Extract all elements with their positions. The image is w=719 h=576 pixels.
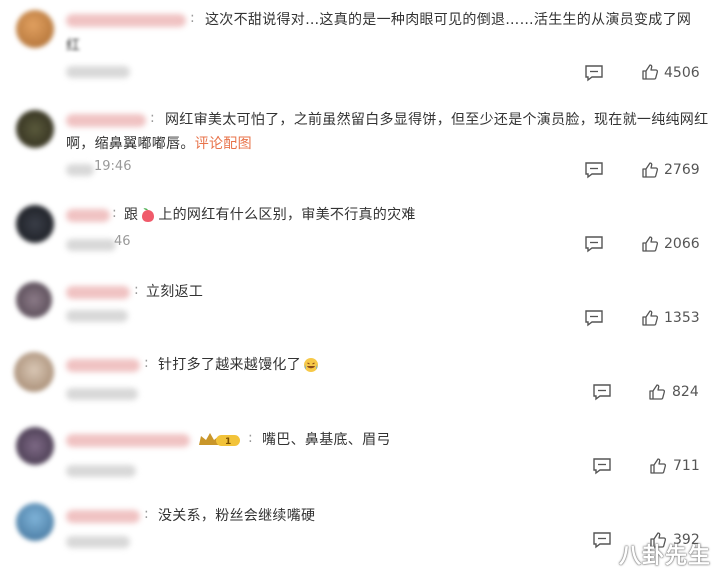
name-separator: : — [190, 10, 195, 26]
comment-text: 这次不甜说得对…这真的是一种肉眼可见的倒退……活生生的从演员变成了网 — [205, 12, 692, 28]
crown-badge-icon[interactable]: 1 — [198, 432, 242, 448]
timestamp — [66, 66, 130, 78]
comment-icon[interactable] — [592, 531, 612, 549]
name-separator: : — [134, 282, 139, 298]
comment-item: : 这次不甜说得对…这真的是一种肉眼可见的倒退……活生生的从演员变成了网 红 4… — [0, 0, 719, 100]
comment-text-prefix: 跟 — [124, 207, 139, 223]
comment-icon[interactable] — [584, 235, 604, 253]
comment-text-body: 针打多了越来越馒化了 — [158, 357, 301, 373]
avatar[interactable] — [16, 10, 54, 48]
comment-icon[interactable] — [584, 64, 604, 82]
name-separator: : — [112, 205, 117, 221]
comment-item: : 立刻返工 1353 — [0, 270, 719, 340]
thumbs-up-icon[interactable] — [641, 235, 659, 253]
svg-text:1: 1 — [225, 437, 231, 447]
username[interactable] — [66, 14, 186, 27]
username[interactable] — [66, 209, 110, 222]
like-count: 711 — [673, 458, 700, 474]
comment-image-link[interactable]: 评论配图 — [195, 136, 252, 152]
comment-item: : 跟 上的网红有什么区别，审美不行真的灾难 46 2066 — [0, 195, 719, 270]
comment-icon[interactable] — [584, 309, 604, 327]
timestamp — [66, 465, 136, 477]
avatar[interactable] — [16, 110, 54, 148]
comment-text-tail: 啊，缩鼻翼嘟嘟唇。 — [66, 136, 195, 152]
like-count: 1353 — [664, 310, 700, 326]
timestamp — [66, 536, 130, 548]
name-separator: : — [144, 355, 149, 371]
like-count: 2769 — [664, 162, 700, 178]
like-count: 2066 — [664, 236, 700, 252]
thumbs-up-icon[interactable] — [648, 383, 666, 401]
comment-text-continued: 啊，缩鼻翼嘟嘟唇。评论配图 — [66, 131, 252, 157]
thumbs-up-icon[interactable] — [641, 161, 659, 179]
avatar[interactable] — [16, 503, 54, 541]
comment-item: : 网红审美太可怕了，之前虽然留白多显得饼，但至少还是个演员脸，现在就一纯纯网红… — [0, 100, 719, 195]
name-separator: : — [144, 506, 149, 522]
comment-item: 1 : 嘴巴、鼻基底、眉弓 711 — [0, 415, 719, 495]
comment-icon[interactable] — [592, 383, 612, 401]
username[interactable] — [66, 510, 140, 523]
comment-text: 针打多了越来越馒化了 — [158, 352, 321, 378]
timestamp: 46 — [114, 234, 131, 249]
thumbs-up-icon[interactable] — [641, 63, 659, 81]
comment-text: 网红审美太可怕了，之前虽然留白多显得饼，但至少还是个演员脸，现在就一纯纯网红 — [165, 112, 709, 128]
comment-text: 没关系，粉丝会继续嘴硬 — [158, 508, 316, 524]
thumbs-up-icon[interactable] — [641, 309, 659, 327]
comment-icon[interactable] — [584, 161, 604, 179]
comment-item: : 没关系，粉丝会继续嘴硬 392 — [0, 495, 719, 576]
name-separator: : — [248, 430, 253, 446]
timestamp-date — [66, 239, 116, 251]
username[interactable] — [66, 359, 140, 372]
avatar[interactable] — [16, 427, 54, 465]
laughing-tears-emoji-icon — [304, 358, 318, 372]
like-count: 4506 — [664, 65, 700, 81]
peach-emoji-icon — [142, 208, 155, 222]
thumbs-up-icon[interactable] — [649, 457, 667, 475]
timestamp-date — [66, 164, 94, 176]
avatar[interactable] — [16, 205, 54, 243]
comment-icon[interactable] — [592, 457, 612, 475]
watermark: 八卦先生 — [618, 544, 711, 569]
comment-text: 跟 上的网红有什么区别，审美不行真的灾难 — [124, 202, 416, 228]
avatar[interactable] — [16, 282, 52, 318]
comment-text: 立刻返工 — [146, 284, 204, 300]
name-separator: : — [150, 110, 155, 126]
comment-item: : 针打多了越来越馒化了 824 — [0, 340, 719, 415]
like-count: 824 — [672, 384, 699, 400]
avatar[interactable] — [14, 352, 54, 392]
username[interactable] — [66, 434, 190, 447]
comment-text-continued: 红 — [66, 38, 81, 54]
username[interactable] — [66, 114, 146, 127]
timestamp — [66, 388, 138, 400]
username[interactable] — [66, 286, 130, 299]
comment-text-suffix: 上的网红有什么区别，审美不行真的灾难 — [158, 207, 416, 223]
timestamp: 19:46 — [94, 159, 132, 174]
timestamp — [66, 310, 128, 322]
comment-text: 嘴巴、鼻基底、眉弓 — [262, 432, 391, 448]
